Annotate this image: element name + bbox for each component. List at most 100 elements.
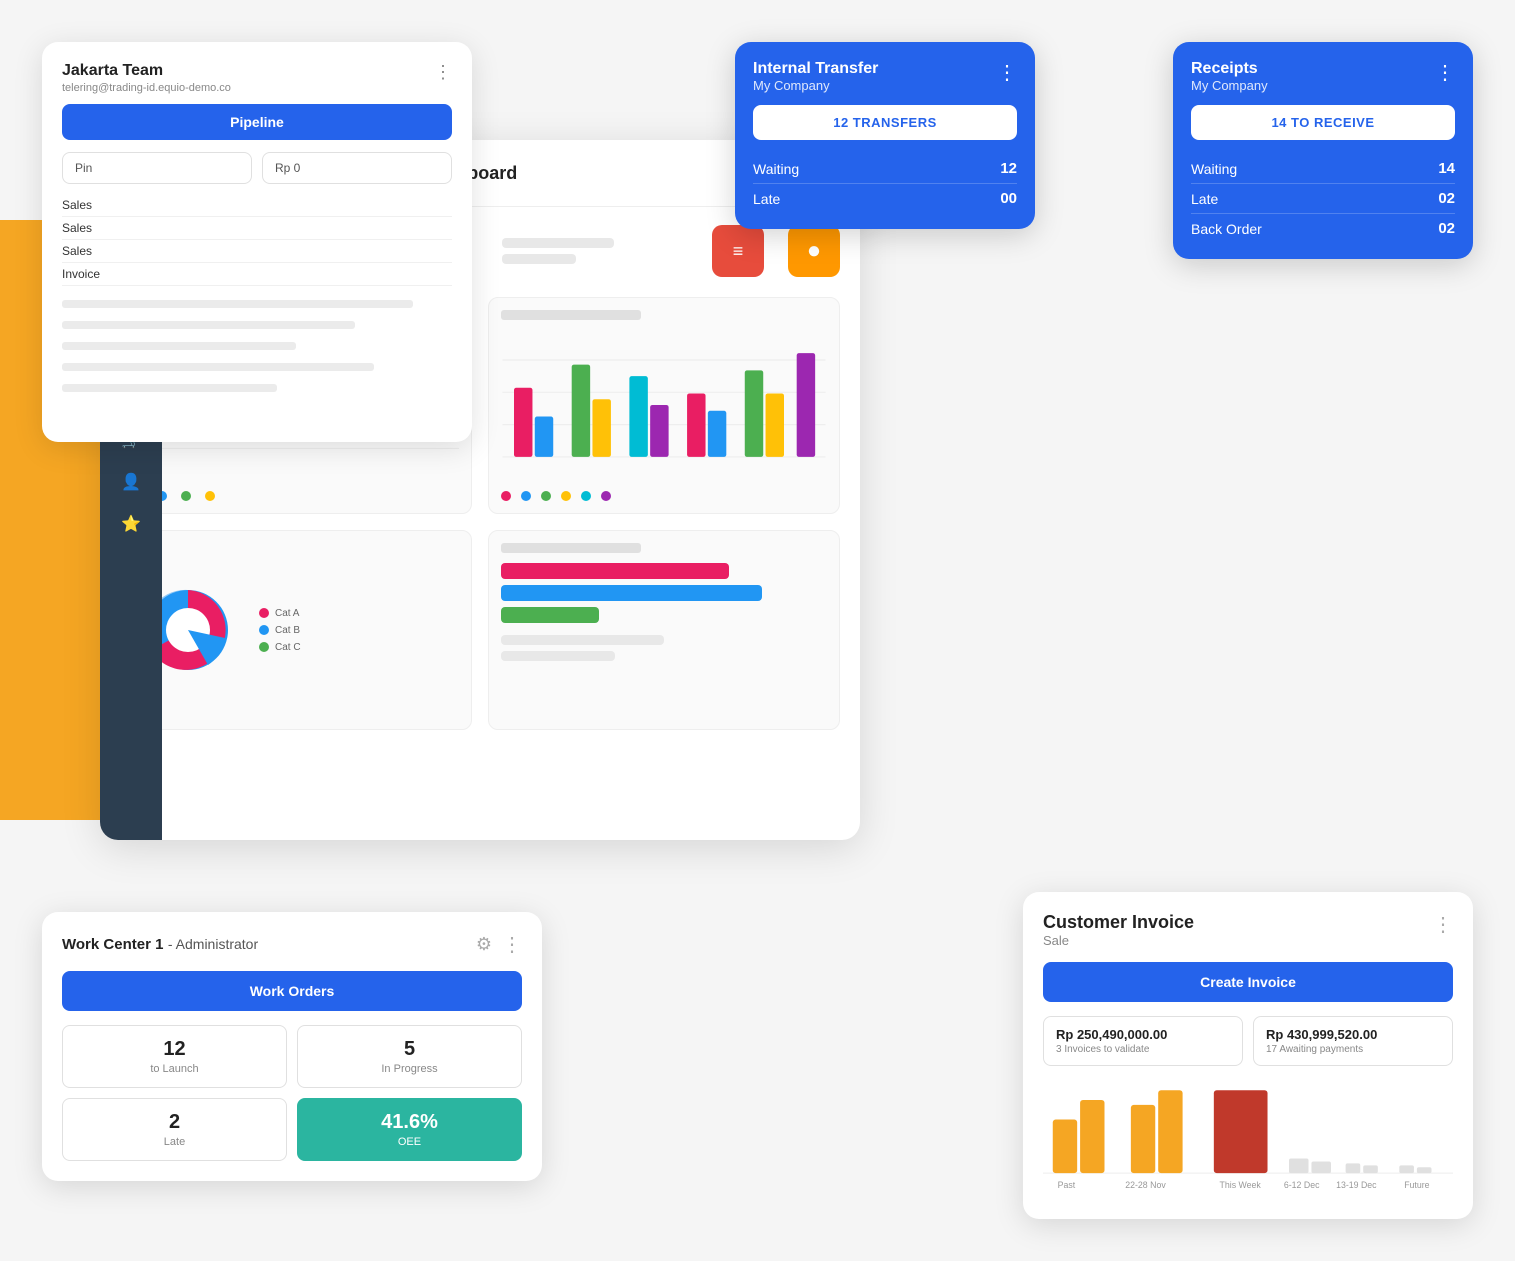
ph-j1 xyxy=(62,300,413,308)
hbar-2 xyxy=(501,585,762,601)
svg-text:13-19 Dec: 13-19 Dec xyxy=(1336,1180,1377,1190)
it-title-block: Internal Transfer My Company xyxy=(753,60,878,93)
jakarta-menu-icon[interactable]: ⋮ xyxy=(434,62,452,83)
hbar-ph-title xyxy=(501,543,641,553)
wc-subtitle: - Administrator xyxy=(168,936,258,952)
pipeline-button[interactable]: Pipeline xyxy=(62,104,452,140)
wc-inprogress-value: 5 xyxy=(312,1038,507,1061)
charts-row-2: Cat A Cat B Cat C xyxy=(120,530,840,730)
pie-legend-3: Cat C xyxy=(259,642,301,653)
it-menu-icon[interactable]: ⋮ xyxy=(997,60,1017,85)
ci-amount-1-value: Rp 250,490,000.00 xyxy=(1056,1027,1230,1042)
line-chart-legend xyxy=(133,491,459,501)
legend-b1 xyxy=(501,491,511,501)
wc-menu-icon[interactable]: ⋮ xyxy=(502,932,522,957)
work-orders-button[interactable]: Work Orders xyxy=(62,971,522,1011)
ci-amount-2-value: Rp 430,999,520.00 xyxy=(1266,1027,1440,1042)
wc-stats-grid: 12 to Launch 5 In Progress 2 Late 41.6% … xyxy=(62,1025,522,1161)
hbar-chart-box xyxy=(488,530,840,730)
rp-box: Rp 0 xyxy=(262,152,452,184)
ph-h1 xyxy=(501,635,664,645)
r-title: Receipts xyxy=(1191,60,1268,78)
r-title-block: Receipts My Company xyxy=(1191,60,1268,93)
bar-chart-legend xyxy=(501,491,827,501)
ph-j2 xyxy=(62,321,355,329)
legend-b2 xyxy=(521,491,531,501)
wc-settings-icon[interactable]: ⚙ xyxy=(476,934,492,955)
report-icon[interactable]: ≡ xyxy=(712,225,764,277)
bar-chart-svg xyxy=(501,330,827,480)
wc-late-value: 2 xyxy=(77,1111,272,1134)
svg-text:6-12 Dec: 6-12 Dec xyxy=(1284,1180,1320,1190)
ph-h2 xyxy=(501,651,615,661)
wc-title-block: Work Center 1 - Administrator xyxy=(62,936,258,954)
wc-oee-value: 41.6% xyxy=(312,1111,507,1134)
r-menu-icon[interactable]: ⋮ xyxy=(1435,60,1455,85)
ci-title-block: Customer Invoice Sale xyxy=(1043,912,1194,948)
ci-amount-2-label: 17 Awaiting payments xyxy=(1266,1044,1440,1055)
list-sales-2: Sales xyxy=(62,217,452,240)
invoice-bar-chart-svg: Past 22-28 Nov This Week 6-12 Dec 13-19 … xyxy=(1043,1084,1453,1194)
it-card-header: Internal Transfer My Company ⋮ xyxy=(753,60,1017,93)
pie-legend-2: Cat B xyxy=(259,625,301,636)
wc-launch-value: 12 xyxy=(77,1038,272,1061)
r-backorder-value: 02 xyxy=(1438,220,1455,237)
pie-legend: Cat A Cat B Cat C xyxy=(259,608,301,653)
it-title: Internal Transfer xyxy=(753,60,878,78)
svg-text:This Week: This Week xyxy=(1220,1180,1262,1190)
pie-l2-text: Cat B xyxy=(275,625,300,636)
jakarta-header: Jakarta Team telering@trading-id.equio-d… xyxy=(62,62,452,94)
ci-menu-icon[interactable]: ⋮ xyxy=(1433,912,1453,937)
it-subtitle: My Company xyxy=(753,78,878,93)
r-stat-late: Late 02 xyxy=(1191,184,1455,214)
wc-inprogress-label: In Progress xyxy=(312,1063,507,1075)
r-card-header: Receipts My Company ⋮ xyxy=(1191,60,1455,93)
pin-box: Pin xyxy=(62,152,252,184)
jakarta-ph-lines xyxy=(62,296,452,396)
jakarta-title: Jakarta Team xyxy=(62,62,231,80)
legend-b5 xyxy=(581,491,591,501)
r-waiting-value: 14 xyxy=(1438,160,1455,177)
sidebar-item-star[interactable]: ⭐ xyxy=(113,506,149,542)
pie-l1-text: Cat A xyxy=(275,608,299,619)
wc-stat-oee: 41.6% OEE xyxy=(297,1098,522,1161)
receive-button[interactable]: 14 TO RECEIVE xyxy=(1191,105,1455,140)
ci-amount-1: Rp 250,490,000.00 3 Invoices to validate xyxy=(1043,1016,1243,1066)
r-waiting-label: Waiting xyxy=(1191,161,1237,177)
svg-text:Past: Past xyxy=(1058,1180,1076,1190)
ph-j3 xyxy=(62,342,296,350)
ci-amount-2: Rp 430,999,520.00 17 Awaiting payments xyxy=(1253,1016,1453,1066)
ph-line-3 xyxy=(502,238,614,248)
jakarta-email: telering@trading-id.equio-demo.co xyxy=(62,82,231,94)
ph-j4 xyxy=(62,363,374,371)
wc-stat-inprogress: 5 In Progress xyxy=(297,1025,522,1088)
jakarta-info: Jakarta Team telering@trading-id.equio-d… xyxy=(62,62,231,94)
r-late-value: 02 xyxy=(1438,190,1455,207)
wc-header: Work Center 1 - Administrator ⚙ ⋮ xyxy=(62,932,522,957)
receipts-card: Receipts My Company ⋮ 14 TO RECEIVE Wait… xyxy=(1173,42,1473,259)
r-late-label: Late xyxy=(1191,191,1218,207)
hbar-1 xyxy=(501,563,729,579)
wc-header-icons: ⚙ ⋮ xyxy=(476,932,522,957)
svg-text:Future: Future xyxy=(1404,1180,1429,1190)
ci-amount-1-label: 3 Invoices to validate xyxy=(1056,1044,1230,1055)
sidebar-item-user[interactable]: 👤 xyxy=(113,464,149,500)
legend-b4 xyxy=(561,491,571,501)
ph-line-4 xyxy=(502,254,576,264)
ci-subtitle: Sale xyxy=(1043,933,1194,948)
rp-row: Pin Rp 0 xyxy=(62,152,452,184)
wc-title: Work Center 1 xyxy=(62,936,163,953)
wc-stat-late: 2 Late xyxy=(62,1098,287,1161)
it-waiting-label: Waiting xyxy=(753,161,799,177)
wc-late-label: Late xyxy=(77,1136,272,1148)
circle-icon[interactable]: ● xyxy=(788,225,840,277)
hbar-row xyxy=(501,563,827,623)
r-stat-waiting: Waiting 14 xyxy=(1191,154,1455,184)
list-sales-1: Sales xyxy=(62,194,452,217)
r-backorder-label: Back Order xyxy=(1191,221,1262,237)
r-stat-backorder: Back Order 02 xyxy=(1191,214,1455,243)
wc-launch-label: to Launch xyxy=(77,1063,272,1075)
create-invoice-button[interactable]: Create Invoice xyxy=(1043,962,1453,1002)
list-sales-3: Sales xyxy=(62,240,452,263)
transfers-button[interactable]: 12 TRANSFERS xyxy=(753,105,1017,140)
